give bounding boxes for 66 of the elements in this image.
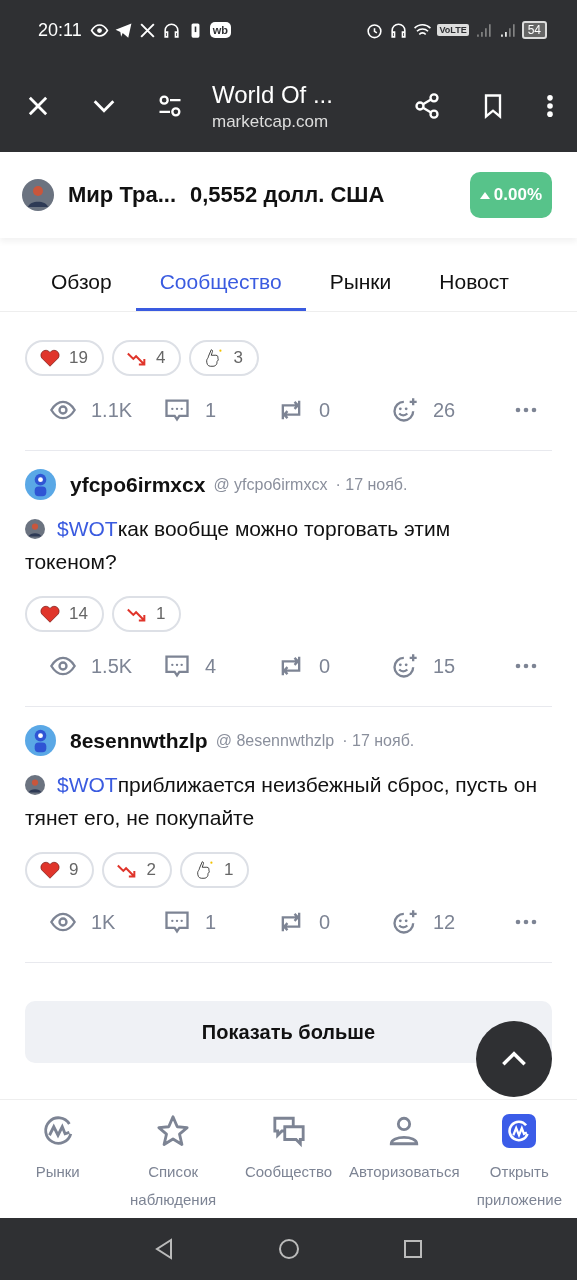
avatar-icon: [25, 469, 56, 500]
token-avatar: [25, 519, 45, 539]
author-handle: @ 8esennwthzlp: [215, 731, 335, 750]
reaction-button[interactable]: 19: [25, 340, 104, 376]
avatar-icon: [25, 725, 56, 756]
tab[interactable]: Новост: [415, 270, 533, 311]
post-text: $WOTкак вообще можно торговать этим токеном?: [25, 516, 452, 575]
chat-icon: [271, 1114, 306, 1148]
page-url: marketcap.com: [212, 111, 330, 132]
token-price: 0,5552 долл. США: [190, 182, 386, 208]
react-button[interactable]: 12: [391, 908, 505, 936]
add-emoji-icon: [391, 396, 419, 424]
nav-item[interactable]: Авторизоваться: [346, 1100, 462, 1218]
reaction-button[interactable]: 9: [25, 852, 95, 888]
author-handle: @ yfcpo6irmxcx: [213, 475, 328, 494]
price-change-badge: 0.00%: [469, 172, 552, 218]
repost-button[interactable]: 0: [277, 908, 391, 936]
views-count: 1.5K: [49, 652, 163, 680]
react-button[interactable]: 26: [391, 396, 505, 424]
battery-indicator: 54: [521, 21, 547, 39]
comment-button[interactable]: 1: [163, 908, 277, 936]
add-emoji-icon: [391, 908, 419, 936]
token-avatar: [25, 775, 45, 795]
react-button[interactable]: 15: [391, 652, 505, 680]
post-date: · 17 нояб.: [342, 731, 415, 750]
page-title: World Of ...: [212, 80, 334, 109]
reaction-button[interactable]: 4: [111, 340, 182, 376]
author-name[interactable]: 8esennwthzlp: [70, 728, 208, 753]
clock-time: 20:11: [38, 19, 82, 41]
comment-button[interactable]: 4: [163, 652, 277, 680]
views-count: 1.1K: [49, 396, 163, 424]
headphones-icon: [389, 20, 409, 40]
home-icon[interactable]: [276, 1237, 301, 1261]
reaction-button[interactable]: 14: [25, 596, 104, 632]
reaction-button[interactable]: 1: [111, 596, 182, 632]
nav-item[interactable]: Открыть приложение: [461, 1100, 577, 1218]
nav-item[interactable]: Рынки: [0, 1100, 116, 1218]
nav-item[interactable]: Список наблюдения: [115, 1100, 231, 1218]
ticker-link[interactable]: $WOT: [57, 517, 118, 540]
star-icon: [156, 1114, 191, 1148]
app-badge: wb: [209, 22, 231, 38]
tab[interactable]: Обзор: [33, 270, 136, 311]
ticker-link[interactable]: $WOT: [57, 773, 118, 796]
views-count: 1K: [49, 908, 163, 936]
reaction-button[interactable]: 2: [102, 852, 172, 888]
token-avatar: [22, 179, 54, 211]
triangle-up-icon: [479, 191, 490, 199]
share-icon[interactable]: [413, 92, 441, 120]
show-more-button[interactable]: Показать больше: [25, 1001, 552, 1063]
more-icon[interactable]: [545, 92, 555, 120]
headphones-icon: [161, 20, 181, 40]
repost-button[interactable]: 0: [277, 396, 391, 424]
app-logo-icon: [502, 1114, 537, 1148]
tab[interactable]: Сообщество: [135, 270, 306, 311]
post-date: · 17 нояб.: [335, 475, 408, 494]
repost-button[interactable]: 0: [277, 652, 391, 680]
add-emoji-icon: [391, 652, 419, 680]
post-text: $WOTприближается неизбежный сброс, пусть он тянет его, не покупайте: [25, 772, 539, 831]
network-badge: VoLTE: [437, 24, 469, 36]
author-name[interactable]: yfcpo6irmxcx: [70, 472, 206, 497]
reaction-button[interactable]: 1: [179, 852, 250, 888]
reaction-button[interactable]: 3: [189, 340, 259, 376]
token-name: Мир Тра...: [68, 182, 176, 208]
comment-button[interactable]: 1: [163, 396, 277, 424]
nav-item[interactable]: Сообщество: [230, 1100, 347, 1218]
tab[interactable]: Рынки: [305, 270, 416, 311]
